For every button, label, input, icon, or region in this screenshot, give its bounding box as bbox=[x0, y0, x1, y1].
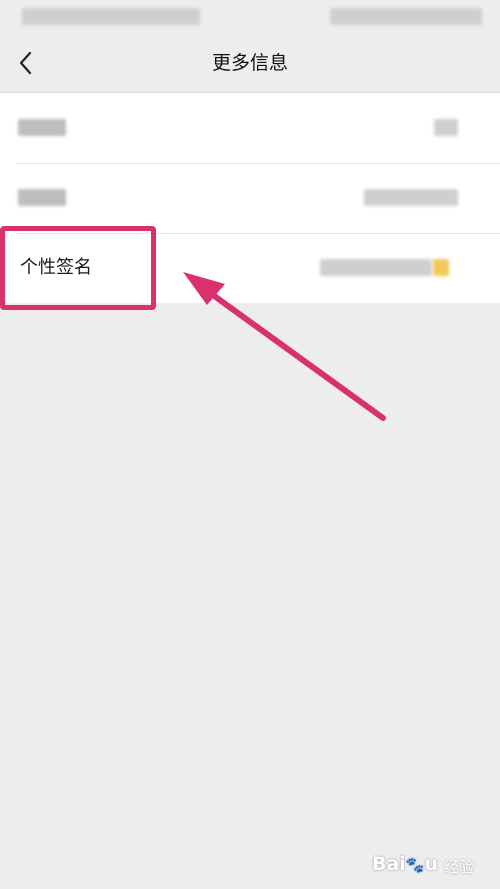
status-bar-right-blurred bbox=[330, 8, 482, 25]
info-row-1[interactable] bbox=[0, 93, 500, 163]
paw-icon: 🐾 bbox=[405, 856, 425, 874]
status-bar bbox=[0, 0, 500, 34]
info-row-2[interactable] bbox=[0, 163, 500, 233]
redacted-value bbox=[364, 189, 458, 206]
highlight-box bbox=[0, 226, 156, 310]
page-title: 更多信息 bbox=[211, 52, 288, 74]
status-bar-left-blurred bbox=[22, 8, 200, 25]
watermark-logo: Bai🐾u bbox=[372, 853, 439, 875]
chevron-left-icon bbox=[19, 51, 32, 75]
watermark: Bai🐾u 经验 bbox=[372, 851, 482, 881]
redacted-label bbox=[18, 119, 66, 136]
navigation-bar: 更多信息 bbox=[0, 34, 500, 92]
redacted-label bbox=[18, 189, 66, 206]
redacted-signature-emoji bbox=[433, 259, 449, 276]
redacted-signature-value bbox=[320, 259, 432, 276]
watermark-text: 经验 bbox=[444, 858, 475, 876]
back-button[interactable] bbox=[8, 44, 44, 82]
redacted-value bbox=[434, 119, 458, 136]
